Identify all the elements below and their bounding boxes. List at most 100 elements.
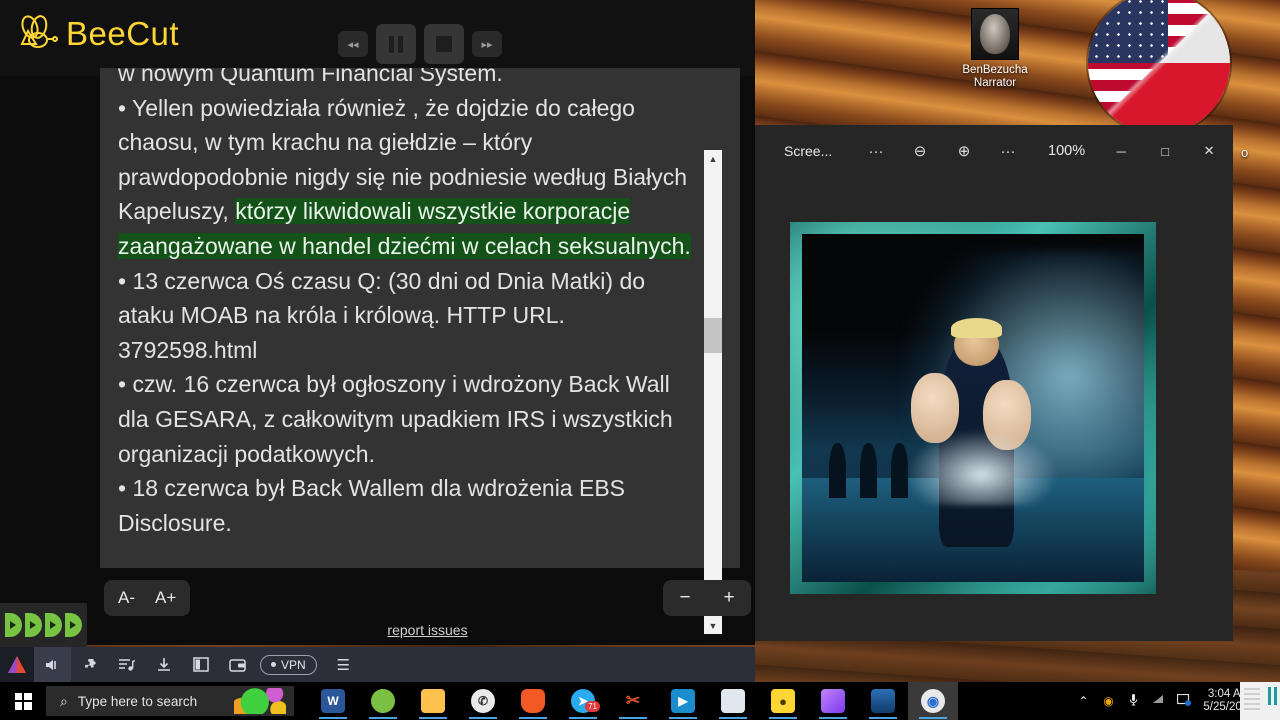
brave-triangle bbox=[8, 656, 26, 673]
taskbar-sticky-notes[interactable] bbox=[708, 682, 758, 720]
taskbar-photos[interactable] bbox=[858, 682, 908, 720]
tray-action-center-icon[interactable] bbox=[1171, 693, 1196, 709]
vpn-toggle-button[interactable]: VPN bbox=[260, 654, 317, 675]
beecut-taskbar-icon: ● bbox=[771, 689, 795, 713]
microphone-glyph bbox=[1129, 693, 1138, 705]
search-decorative-graphic bbox=[234, 688, 286, 714]
mute-tab-icon[interactable] bbox=[34, 647, 71, 682]
brave-menu-icon[interactable]: ☰ bbox=[325, 647, 362, 682]
desktop-edge-letter: o bbox=[1241, 145, 1249, 160]
playlist-icon[interactable] bbox=[108, 647, 145, 682]
preview-bar-1 bbox=[1268, 687, 1271, 705]
tray-orange-icon[interactable]: ◉ bbox=[1096, 694, 1121, 708]
open-indicator bbox=[319, 717, 347, 719]
rewind-button[interactable]: ◂◂ bbox=[338, 31, 368, 57]
vpn-label: VPN bbox=[281, 657, 306, 672]
reader-text-body: w nowym Quantum Financial System. • Yell… bbox=[118, 68, 703, 568]
zoom-out-icon[interactable]: ⊖ bbox=[898, 142, 942, 160]
desktop-icon-benbezucha-narrator[interactable]: BenBezucha Narrator bbox=[940, 8, 1050, 90]
playlist-glyph bbox=[118, 659, 135, 671]
open-indicator bbox=[869, 717, 897, 719]
file-explorer-icon bbox=[421, 689, 445, 713]
active-browser-icon: ◉ bbox=[921, 689, 945, 713]
taskbar-word[interactable]: W bbox=[308, 682, 358, 720]
reader-paragraph-ebs: • 18 czerwca był Back Wallem dla wdrożen… bbox=[118, 475, 626, 536]
font-increase-button[interactable]: A+ bbox=[145, 580, 186, 616]
photo-image[interactable] bbox=[802, 234, 1144, 582]
sidebar-icon[interactable] bbox=[182, 647, 219, 682]
preview-lines bbox=[1244, 688, 1260, 710]
green-arrow-icon bbox=[65, 613, 82, 637]
zoom-percent-label: 100% bbox=[1048, 143, 1086, 159]
taskbar-beecut[interactable]: ● bbox=[758, 682, 808, 720]
taskbar-browser-active[interactable]: ◉ bbox=[908, 682, 958, 720]
pause-button[interactable] bbox=[376, 24, 416, 64]
windows-taskbar: ⌕ Type here to search W ✆ ➤ 71 ✂ ▶ ● ◉ ⌃ … bbox=[0, 682, 1280, 720]
cloud-app-icon bbox=[371, 689, 395, 713]
tray-chevron-icon[interactable]: ⌃ bbox=[1071, 694, 1096, 708]
flag-fold-highlight bbox=[1088, 0, 1230, 134]
beecut-recording-panel: BeeCut ◂◂ ▸▸ w nowym Quantum Financial S… bbox=[0, 0, 755, 682]
beecut-logo: BeeCut bbox=[14, 14, 179, 54]
downloads-icon[interactable] bbox=[145, 647, 182, 682]
beecut-header: BeeCut ◂◂ ▸▸ bbox=[0, 0, 755, 76]
pause-bar-left bbox=[389, 35, 394, 53]
taskbar-snipping-tool[interactable]: ✂ bbox=[608, 682, 658, 720]
forward-button[interactable]: ▸▸ bbox=[472, 31, 502, 57]
tray-microphone-icon[interactable] bbox=[1121, 693, 1146, 710]
reader-zoom-controls: − + bbox=[663, 580, 751, 616]
windows-logo-icon bbox=[14, 692, 32, 710]
close-button[interactable]: ✕ bbox=[1187, 143, 1231, 159]
taskbar-media-player[interactable]: ▶ bbox=[658, 682, 708, 720]
photo-viewer-more-right[interactable]: ··· bbox=[986, 143, 1030, 160]
maximize-button[interactable]: □ bbox=[1143, 144, 1187, 159]
search-placeholder: Type here to search bbox=[77, 693, 198, 709]
taskbar-brave[interactable] bbox=[508, 682, 558, 720]
taskbar-file-explorer[interactable] bbox=[408, 682, 458, 720]
taskbar-telegram[interactable]: ➤ 71 bbox=[558, 682, 608, 720]
taskbar-search-box[interactable]: ⌕ Type here to search bbox=[46, 686, 294, 716]
open-indicator bbox=[719, 717, 747, 719]
wallet-icon[interactable] bbox=[219, 647, 256, 682]
sticky-notes-icon bbox=[721, 689, 745, 713]
taskbar-cloud-app[interactable] bbox=[358, 682, 408, 720]
green-arrow-icon bbox=[5, 613, 22, 637]
scrollbar-up-arrow[interactable]: ▲ bbox=[704, 150, 722, 167]
search-icon: ⌕ bbox=[60, 692, 68, 709]
photo-viewer-more-left[interactable]: ··· bbox=[854, 143, 898, 160]
media-player-icon: ▶ bbox=[671, 689, 695, 713]
forward-glyph: ▸▸ bbox=[481, 38, 493, 51]
word-icon: W bbox=[321, 689, 345, 713]
sidebar-glyph bbox=[192, 657, 209, 672]
extensions-icon[interactable] bbox=[71, 647, 108, 682]
taskbar-whatsapp[interactable]: ✆ bbox=[458, 682, 508, 720]
green-play-arrows-overlay bbox=[0, 603, 87, 647]
stop-button[interactable] bbox=[424, 24, 464, 64]
brave-browser-toolbar: VPN ☰ bbox=[0, 647, 755, 682]
brave-logo-icon[interactable] bbox=[0, 647, 34, 682]
font-decrease-button[interactable]: A- bbox=[108, 580, 145, 616]
beecut-transport-controls: ◂◂ ▸▸ bbox=[338, 24, 502, 64]
desktop-icon-thumbnail bbox=[971, 8, 1019, 60]
reader-content-panel: w nowym Quantum Financial System. • Yell… bbox=[100, 68, 740, 634]
font-size-controls: A- A+ bbox=[104, 580, 191, 616]
usa-poland-flag-icon bbox=[1088, 0, 1230, 134]
open-indicator bbox=[819, 717, 847, 719]
minimize-button[interactable]: ─ bbox=[1099, 144, 1143, 159]
open-indicator bbox=[369, 717, 397, 719]
reader-paragraph-moab: • 13 czerwca Oś czasu Q: (30 dni od Dnia… bbox=[118, 267, 646, 363]
taskbar-video-editor[interactable] bbox=[808, 682, 858, 720]
green-arrow-icon bbox=[45, 613, 62, 637]
reader-zoom-out-button[interactable]: − bbox=[665, 587, 705, 609]
reader-scrollbar[interactable]: ▲ ▼ bbox=[704, 150, 722, 634]
tray-wifi-icon[interactable] bbox=[1146, 694, 1171, 708]
download-glyph bbox=[157, 657, 170, 671]
photo-water-splash bbox=[904, 428, 1059, 506]
zoom-in-icon[interactable]: ⊕ bbox=[942, 142, 986, 160]
report-issues-link[interactable]: report issues bbox=[100, 622, 755, 638]
reader-zoom-in-button[interactable]: + bbox=[709, 587, 749, 609]
taskbar-preview-thumbnail[interactable] bbox=[1240, 682, 1280, 720]
scrollbar-thumb[interactable] bbox=[704, 318, 722, 353]
photos-icon bbox=[871, 689, 895, 713]
start-button[interactable] bbox=[0, 682, 46, 720]
